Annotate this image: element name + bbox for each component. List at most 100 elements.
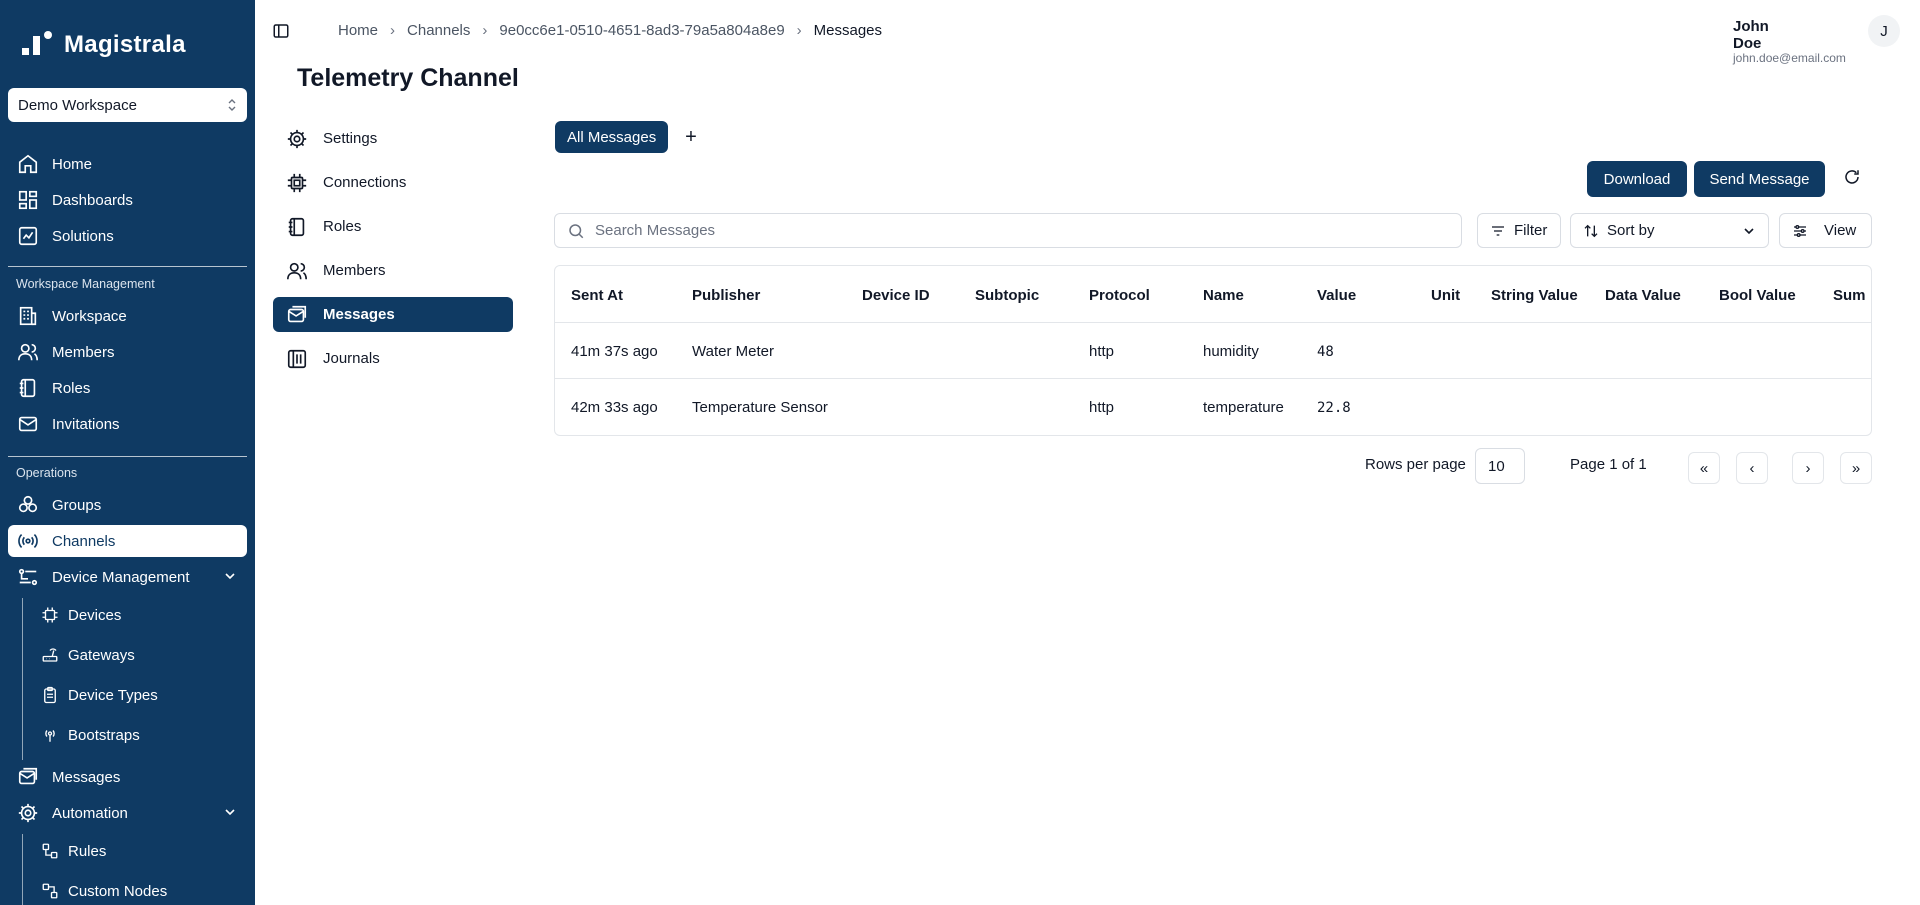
sidebar-item-home[interactable]: Home [8, 148, 247, 180]
nodes-icon [40, 881, 60, 901]
sidebar-subitem-devices[interactable]: Devices [40, 600, 240, 630]
sidebar-item-label: Groups [52, 496, 102, 514]
breadcrumb-channels[interactable]: Channels [407, 22, 470, 39]
column-header[interactable]: Sent At [571, 287, 623, 304]
sidebar-item-label: Messages [52, 768, 121, 786]
user-info[interactable]: John Doe john.doe@email.com [1733, 18, 1846, 65]
sidebar-item-label: Automation [52, 804, 128, 822]
column-header[interactable]: Subtopic [975, 287, 1039, 304]
cell-value: 48 [1317, 344, 1334, 360]
column-header[interactable]: Protocol [1089, 287, 1150, 304]
sidebar-item-dashboards[interactable]: Dashboards [8, 184, 247, 216]
sidebar-item-roles[interactable]: Roles [8, 372, 247, 404]
chevrons-up-down-icon [228, 99, 236, 111]
sidebar-item-device-management[interactable]: Device Management [8, 561, 247, 593]
cell-sent-at: 42m 33s ago [571, 399, 658, 416]
sidebar-item-members[interactable]: Members [8, 336, 247, 368]
subnav-connections[interactable]: Connections [273, 165, 513, 200]
refresh-button[interactable] [1843, 168, 1865, 190]
first-page-button[interactable]: « [1688, 452, 1720, 484]
app-name: Magistrala [64, 31, 186, 58]
workspace-select[interactable]: Demo Workspace [8, 88, 247, 122]
home-icon [16, 152, 40, 176]
rows-per-page-label: Rows per page [1365, 456, 1466, 473]
breadcrumb-channel-id[interactable]: 9e0cc6e1-0510-4651-8ad3-79a5a804a8e9 [499, 22, 784, 39]
next-page-button[interactable]: › [1792, 452, 1824, 484]
cell-protocol: http [1089, 343, 1115, 360]
sidebar-subitem-device-types[interactable]: Device Types [40, 680, 240, 710]
column-header[interactable]: Data Value [1605, 287, 1681, 304]
filter-button[interactable]: Filter [1477, 213, 1561, 248]
subnav-label: Messages [323, 306, 395, 323]
last-page-button[interactable]: » [1840, 452, 1872, 484]
subnav-journals[interactable]: Journals [273, 341, 513, 376]
sidebar-divider [8, 456, 247, 457]
column-header[interactable]: Sum [1833, 287, 1866, 304]
sidebar-item-label: Members [52, 343, 115, 361]
sidebar-item-solutions[interactable]: Solutions [8, 220, 247, 252]
breadcrumb-home[interactable]: Home [338, 22, 378, 39]
subnav-messages[interactable]: Messages [273, 297, 513, 332]
avatar[interactable]: J [1868, 15, 1900, 47]
sidebar-subitem-label: Device Types [68, 686, 158, 704]
column-header[interactable]: Publisher [692, 287, 760, 304]
messages-icon [285, 303, 309, 327]
users-icon [16, 340, 40, 364]
column-header[interactable]: Bool Value [1719, 287, 1796, 304]
router-icon [40, 645, 60, 665]
subnav-settings[interactable]: Settings [273, 121, 513, 156]
filter-icon [1492, 225, 1504, 236]
breadcrumb: Home › Channels › 9e0cc6e1-0510-4651-8ad… [338, 22, 882, 39]
journals-icon [285, 347, 309, 371]
row-divider [555, 378, 1871, 379]
column-header[interactable]: Device ID [862, 287, 930, 304]
search-input[interactable]: Search Messages [554, 213, 1462, 248]
submenu-line [22, 834, 23, 905]
chevron-down-icon[interactable] [223, 805, 237, 819]
rows-per-page-select[interactable]: 10 [1475, 448, 1525, 484]
sidebar-item-groups[interactable]: Groups [8, 489, 247, 521]
sort-by-select[interactable]: Sort by [1570, 213, 1769, 248]
sidebar-item-label: Dashboards [52, 191, 133, 209]
sidebar-subitem-label: Rules [68, 842, 107, 860]
previous-page-button[interactable]: ‹ [1736, 452, 1768, 484]
subnav-label: Members [323, 262, 386, 279]
column-header[interactable]: Value [1317, 287, 1356, 304]
chevron-down-icon[interactable] [223, 569, 237, 583]
cell-sent-at: 41m 37s ago [571, 343, 658, 360]
sidebar-item-invitations[interactable]: Invitations [8, 408, 247, 440]
breadcrumb-current: Messages [813, 22, 883, 39]
column-header[interactable]: String Value [1491, 287, 1578, 304]
column-header[interactable]: Name [1203, 287, 1244, 304]
radio-icon [40, 725, 60, 745]
sidebar-subitem-gateways[interactable]: Gateways [40, 640, 240, 670]
users-icon [285, 259, 309, 283]
subnav-label: Journals [323, 350, 380, 367]
sidebar-subitem-rules[interactable]: Rules [40, 836, 240, 866]
sidebar-subitem-bootstraps[interactable]: Bootstraps [40, 720, 240, 750]
sidebar-item-workspace[interactable]: Workspace [8, 300, 247, 332]
send-message-button[interactable]: Send Message [1694, 161, 1825, 197]
sidebar-item-label: Channels [52, 532, 116, 550]
column-header[interactable]: Unit [1431, 287, 1460, 304]
sidebar-item-channels[interactable]: Channels [8, 525, 247, 557]
sidebar-subitem-custom-nodes[interactable]: Custom Nodes [40, 876, 240, 905]
tab-all-messages[interactable]: All Messages [555, 121, 669, 153]
gear-icon [16, 801, 40, 825]
sidebar-toggle-button[interactable] [272, 22, 292, 42]
view-button[interactable]: View [1779, 213, 1872, 248]
subnav-roles[interactable]: Roles [273, 209, 513, 244]
chevron-down-icon [1744, 227, 1754, 234]
subnav-label: Roles [323, 218, 362, 235]
sidebar-item-automation[interactable]: Automation [8, 797, 247, 829]
download-button[interactable]: Download [1587, 161, 1687, 197]
chip-icon [285, 171, 309, 195]
sidebar-item-messages[interactable]: Messages [8, 761, 247, 793]
submenu-line [22, 598, 23, 760]
sidebar-subitem-label: Custom Nodes [68, 882, 168, 900]
cell-protocol: http [1089, 399, 1115, 416]
subnav-members[interactable]: Members [273, 253, 513, 288]
app-logo[interactable]: Magistrala [22, 30, 186, 60]
cell-publisher: Water Meter [692, 343, 774, 360]
add-tab-button[interactable]: + [680, 126, 702, 148]
